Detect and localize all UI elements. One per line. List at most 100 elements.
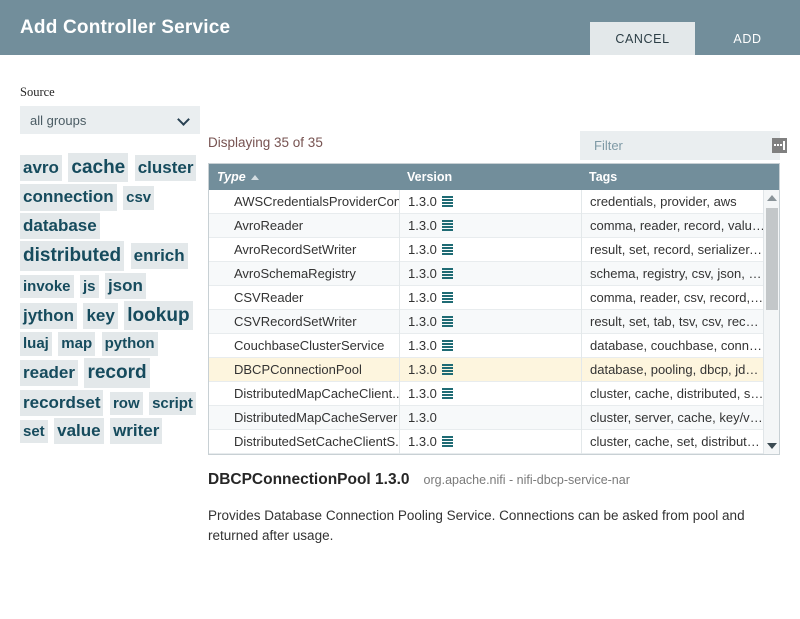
column-header-type-label: Type <box>217 170 246 184</box>
add-button[interactable]: ADD <box>695 22 800 55</box>
table-header-row: Type Version Tags <box>209 164 779 190</box>
table-toolbar: Displaying 35 of 35 <box>208 131 787 161</box>
bundle-list-icon[interactable] <box>441 388 453 399</box>
cell-version: 1.3.0 <box>399 381 581 406</box>
table-row[interactable]: DistributedMapCacheServer 1.3.0 cluster, s… <box>209 405 779 430</box>
cell-type: AvroReader <box>234 218 304 233</box>
cell-type: CouchbaseClusterService <box>234 338 385 353</box>
tag-item[interactable]: lookup <box>124 300 193 331</box>
cell-version-text: 1.3.0 <box>408 433 437 449</box>
tag-item[interactable]: reader <box>20 360 78 387</box>
cell-version: 1.3.0 <box>399 285 581 310</box>
cell-type: DistributedMapCacheServer <box>234 410 398 425</box>
sort-ascending-icon <box>250 174 259 180</box>
tag-item[interactable]: cache <box>68 153 129 183</box>
tag-item[interactable]: avro <box>20 155 62 182</box>
bundle-list-icon[interactable] <box>441 340 453 351</box>
bundle-list-icon[interactable] <box>441 436 453 447</box>
cell-type: AvroSchemaRegistry <box>234 266 356 281</box>
cell-tags: comma, reader, csv, record, val... <box>581 285 765 310</box>
tag-item[interactable]: js <box>79 274 99 298</box>
filter-input[interactable] <box>592 137 772 154</box>
cell-version: 1.3.0 <box>399 213 581 238</box>
tag-item[interactable]: python <box>101 332 158 356</box>
bundle-list-icon[interactable] <box>441 292 453 303</box>
table-row[interactable]: DistributedSetCacheClientS... 1.3.0 cluste… <box>209 429 779 454</box>
filter-widget-icon[interactable] <box>772 138 787 153</box>
column-header-version[interactable]: Version <box>399 170 581 184</box>
tag-item[interactable]: writer <box>110 417 163 445</box>
table-row[interactable]: AvroReader 1.3.0 comma, reader, record, va… <box>209 213 779 238</box>
table-row[interactable]: AWSCredentialsProviderCon... 1.3.0 credent… <box>209 190 779 214</box>
table-scrollbar[interactable] <box>763 190 779 454</box>
tag-item[interactable]: jython <box>20 302 77 330</box>
bundle-list-icon[interactable] <box>441 316 453 327</box>
table-row[interactable]: DistributedMapCacheClient... 1.3.0 cluster… <box>209 381 779 406</box>
tag-item[interactable]: set <box>20 419 48 444</box>
cell-version: 1.3.0 <box>399 190 581 214</box>
source-dropdown-value: all groups <box>30 112 87 128</box>
bundle-list-icon[interactable] <box>441 196 453 207</box>
scroll-up-arrow-icon[interactable] <box>767 195 777 201</box>
tag-item[interactable]: csv <box>123 186 155 210</box>
tag-item[interactable]: distributed <box>20 241 125 271</box>
cell-type: CSVRecordSetWriter <box>234 314 357 329</box>
service-detail-panel: DBCPConnectionPool 1.3.0 org.apache.nifi… <box>208 471 780 545</box>
scrollbar-thumb[interactable] <box>766 208 778 310</box>
tag-item[interactable]: key <box>83 302 118 330</box>
filter-box[interactable] <box>580 131 787 160</box>
table-row[interactable]: AvroRecordSetWriter 1.3.0 result, set, rec… <box>209 237 779 262</box>
bundle-list-icon[interactable] <box>441 220 453 231</box>
table-row[interactable]: CouchbaseClusterService 1.3.0 database, co… <box>209 333 779 358</box>
tag-item[interactable]: enrich <box>130 243 188 270</box>
cell-tags: server, cache, set, distributed, d... <box>581 453 765 454</box>
cell-tags: cluster, server, cache, key/value... <box>581 405 765 430</box>
tag-item[interactable]: row <box>109 391 143 415</box>
cell-version-text: 1.3.0 <box>408 217 437 233</box>
table-row[interactable]: AvroSchemaRegistry 1.3.0 schema, registry,… <box>209 261 779 286</box>
tag-item[interactable]: invoke <box>20 274 74 298</box>
dialog-footer: CANCEL ADD <box>590 22 800 55</box>
displaying-count: Displaying 35 of 35 <box>208 135 323 150</box>
tag-item[interactable]: map <box>58 332 96 356</box>
cell-tags: cluster, cache, distributed, stat... <box>581 381 765 406</box>
table-row[interactable]: CSVReader 1.3.0 comma, reader, csv, record… <box>209 285 779 310</box>
service-detail-bundle: org.apache.nifi - nifi-dbcp-service-nar <box>423 473 630 487</box>
tag-item[interactable]: value <box>54 417 104 445</box>
table-row[interactable]: CSVRecordSetWriter 1.3.0 result, set, tab,… <box>209 309 779 334</box>
cell-version: 1.3.0 <box>399 309 581 334</box>
bundle-list-icon[interactable] <box>441 244 453 255</box>
cell-type: AWSCredentialsProviderCon... <box>234 194 399 209</box>
tag-item[interactable]: database <box>20 212 100 240</box>
bundle-list-icon[interactable] <box>441 268 453 279</box>
cell-type: DistributedSetCacheClientS... <box>234 434 399 449</box>
bundle-list-icon[interactable] <box>441 364 453 375</box>
tag-item[interactable]: luaj <box>20 332 52 356</box>
table-row[interactable]: DBCPConnectionPool 1.3.0 database, pooling… <box>209 357 779 382</box>
cancel-button[interactable]: CANCEL <box>590 22 695 55</box>
tag-item[interactable]: json <box>104 272 146 299</box>
service-list-panel: Displaying 35 of 35 Type Version Tags AW… <box>208 55 787 545</box>
cell-type: DistributedMapCacheClient... <box>234 386 399 401</box>
cell-version-text: 1.3.0 <box>408 313 437 329</box>
tag-item[interactable]: recordset <box>20 389 104 416</box>
source-dropdown[interactable]: all groups <box>20 106 200 134</box>
cell-tags: database, couchbase, connecti... <box>581 333 765 358</box>
column-header-tags[interactable]: Tags <box>581 170 765 184</box>
cell-version: 1.3.0 <box>399 357 581 382</box>
tag-item[interactable]: connection <box>20 184 117 211</box>
cell-tags: credentials, provider, aws <box>581 190 765 214</box>
tag-item[interactable]: script <box>149 391 196 415</box>
cell-version: 1.3.0 <box>399 405 581 430</box>
column-header-type[interactable]: Type <box>209 170 399 184</box>
cell-version: 1.3.0 <box>399 261 581 286</box>
scroll-down-arrow-icon[interactable] <box>767 443 777 449</box>
cell-version-text: 1.3.0 <box>408 409 437 425</box>
cell-version-text: 1.3.0 <box>408 337 437 353</box>
tag-item[interactable]: cluster <box>134 155 197 182</box>
tag-item[interactable]: record <box>84 358 150 388</box>
table-body: AWSCredentialsProviderCon... 1.3.0 credent… <box>209 190 779 454</box>
cell-version-text: 1.3.0 <box>408 361 437 377</box>
cell-version-text: 1.3.0 <box>408 289 437 305</box>
service-detail-description: Provides Database Connection Pooling Ser… <box>208 508 745 543</box>
